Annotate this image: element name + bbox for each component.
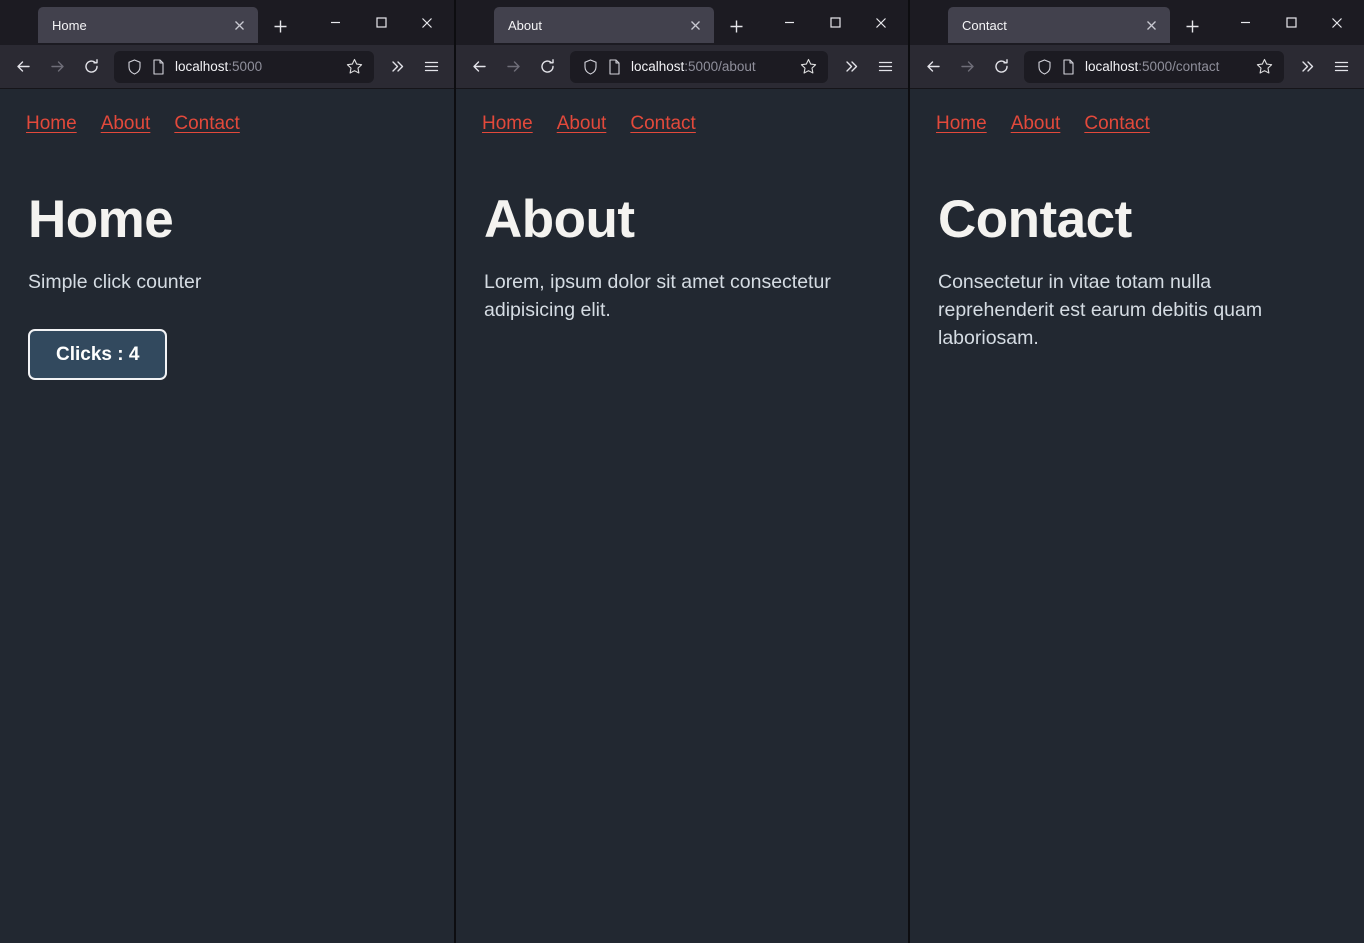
shield-icon[interactable] (1033, 56, 1055, 78)
back-arrow-icon[interactable] (462, 51, 496, 83)
window-controls (312, 0, 454, 45)
nav-link-contact[interactable]: Contact (174, 113, 239, 136)
tab-strip: Home (0, 0, 454, 45)
window-controls (766, 0, 908, 45)
close-icon[interactable] (228, 14, 250, 36)
close-window-icon[interactable] (1314, 0, 1360, 45)
hamburger-icon[interactable] (868, 51, 902, 83)
nav-link-about[interactable]: About (1011, 113, 1061, 136)
page-title: Home (28, 189, 174, 249)
shield-icon[interactable] (579, 56, 601, 78)
page-paragraph: Lorem, ipsum dolor sit amet consectetur … (484, 271, 831, 322)
page-icon[interactable] (147, 56, 169, 78)
nav-link-about[interactable]: About (557, 113, 607, 136)
tab-home[interactable]: Home (38, 7, 258, 43)
close-icon[interactable] (684, 14, 706, 36)
url-text: localhost:5000/contact (1083, 59, 1250, 74)
page-viewport: Home About Contact Contact Consectetur i… (910, 89, 1364, 943)
new-tab-button[interactable] (1176, 10, 1208, 42)
star-icon[interactable] (794, 53, 822, 81)
close-icon[interactable] (1140, 14, 1162, 36)
tab-strip: Contact (910, 0, 1364, 45)
address-bar[interactable]: localhost:5000/contact (1024, 50, 1284, 83)
tab-strip: About (456, 0, 908, 45)
nav-link-about[interactable]: About (101, 113, 151, 136)
nav-link-contact[interactable]: Contact (630, 113, 695, 136)
site-nav: Home About Contact (26, 113, 428, 136)
page-viewport: Home About Contact Home Simple click cou… (0, 89, 454, 943)
forward-arrow-icon[interactable] (40, 51, 74, 83)
page-title: About (484, 189, 635, 249)
url-host: localhost (1085, 59, 1139, 74)
chevron-double-right-icon[interactable] (380, 51, 414, 83)
url-path: :5000/contact (1138, 59, 1220, 74)
nav-link-home[interactable]: Home (26, 113, 77, 136)
tab-title: Home (52, 18, 87, 32)
minimize-icon[interactable] (312, 0, 358, 45)
page-title: Contact (938, 189, 1132, 249)
browser-window-home: Home localhost:5000 Home About Contact H… (0, 0, 454, 943)
close-window-icon[interactable] (404, 0, 450, 45)
minimize-icon[interactable] (766, 0, 812, 45)
browser-window-about: About localhost:5000/about Home About Co… (456, 0, 908, 943)
url-host: localhost (631, 59, 685, 74)
window-controls (1222, 0, 1364, 45)
url-path: :5000 (228, 59, 263, 74)
reload-arrow-icon[interactable] (74, 51, 108, 83)
new-tab-button[interactable] (264, 10, 296, 42)
reload-arrow-icon[interactable] (984, 51, 1018, 83)
tab-title: About (508, 18, 542, 32)
page-viewport: Home About Contact About Lorem, ipsum do… (456, 89, 908, 943)
shield-icon[interactable] (123, 56, 145, 78)
maximize-icon[interactable] (358, 0, 404, 45)
reload-arrow-icon[interactable] (530, 51, 564, 83)
close-window-icon[interactable] (858, 0, 904, 45)
navigation-toolbar: localhost:5000/contact (910, 45, 1364, 89)
navigation-toolbar: localhost:5000/about (456, 45, 908, 89)
back-arrow-icon[interactable] (916, 51, 950, 83)
page-paragraph: Simple click counter (28, 271, 202, 294)
tab-title: Contact (962, 18, 1007, 32)
hamburger-icon[interactable] (414, 51, 448, 83)
new-tab-button[interactable] (720, 10, 752, 42)
nav-link-home[interactable]: Home (482, 113, 533, 136)
browser-window-contact: Contact localhost:5000/contact Home Abou… (910, 0, 1364, 943)
nav-link-contact[interactable]: Contact (1084, 113, 1149, 136)
maximize-icon[interactable] (812, 0, 858, 45)
url-text: localhost:5000/about (629, 59, 794, 74)
hamburger-icon[interactable] (1324, 51, 1358, 83)
tab-about[interactable]: About (494, 7, 714, 43)
url-text: localhost:5000 (173, 59, 340, 74)
minimize-icon[interactable] (1222, 0, 1268, 45)
site-nav: Home About Contact (936, 113, 1338, 136)
navigation-toolbar: localhost:5000 (0, 45, 454, 89)
forward-arrow-icon[interactable] (496, 51, 530, 83)
tab-contact[interactable]: Contact (948, 7, 1170, 43)
url-host: localhost (175, 59, 229, 74)
star-icon[interactable] (340, 53, 368, 81)
maximize-icon[interactable] (1268, 0, 1314, 45)
chevron-double-right-icon[interactable] (1290, 51, 1324, 83)
nav-link-home[interactable]: Home (936, 113, 987, 136)
star-icon[interactable] (1250, 53, 1278, 81)
page-icon[interactable] (603, 56, 625, 78)
forward-arrow-icon[interactable] (950, 51, 984, 83)
address-bar[interactable]: localhost:5000/about (570, 50, 828, 83)
click-counter-button[interactable]: Clicks : 4 (28, 329, 168, 381)
address-bar[interactable]: localhost:5000 (114, 50, 374, 83)
site-nav: Home About Contact (482, 113, 882, 136)
desktop: Home localhost:5000 Home About Contact H… (0, 0, 1364, 943)
back-arrow-icon[interactable] (6, 51, 40, 83)
url-path: :5000/about (684, 59, 756, 74)
page-paragraph: Consectetur in vitae totam nulla reprehe… (938, 271, 1263, 349)
chevron-double-right-icon[interactable] (834, 51, 868, 83)
page-icon[interactable] (1057, 56, 1079, 78)
